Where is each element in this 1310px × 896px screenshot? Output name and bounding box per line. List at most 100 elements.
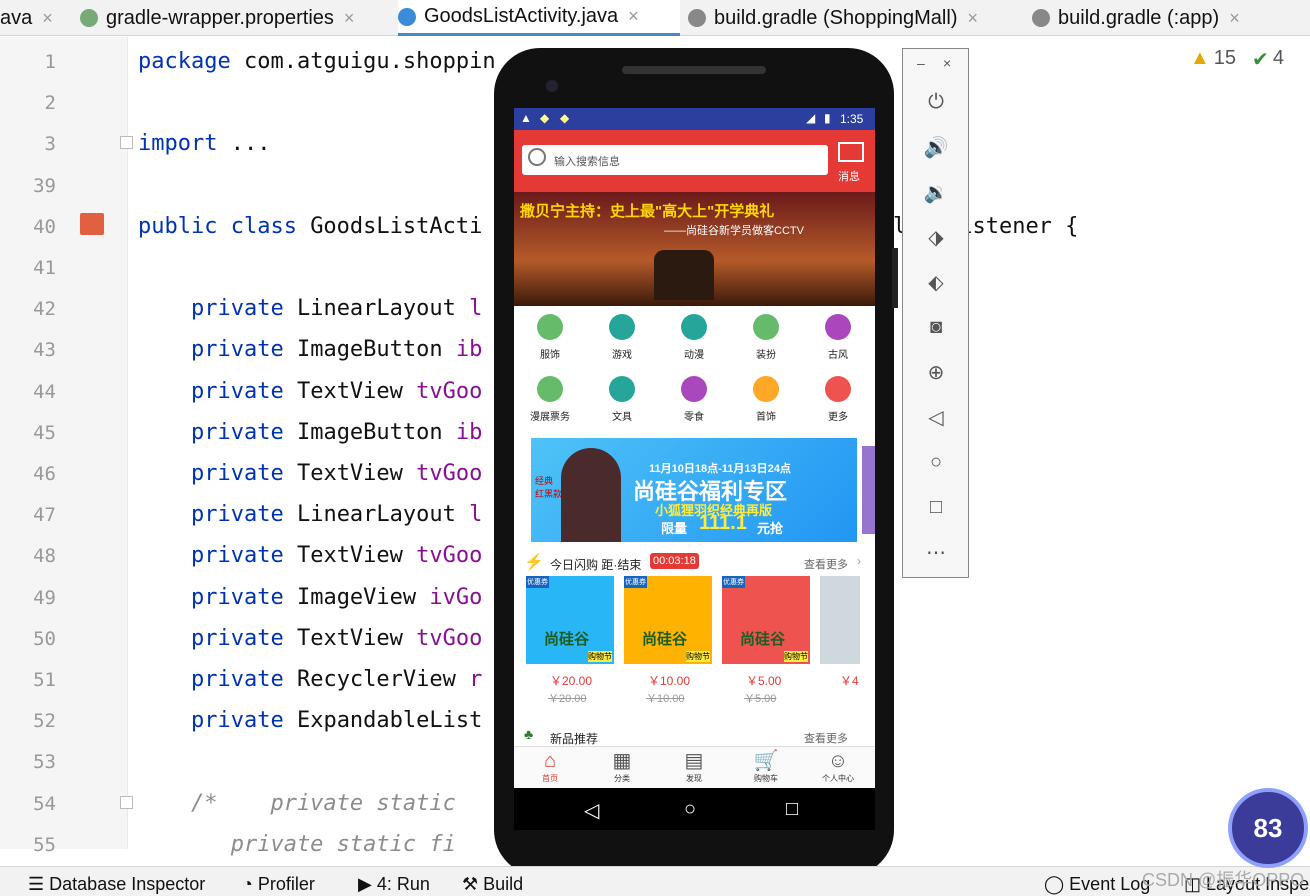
search-input[interactable]: 输入搜索信息 xyxy=(554,153,620,169)
home-icon[interactable]: ○ xyxy=(925,451,947,473)
message-label[interactable]: 消息 xyxy=(838,168,860,184)
category-item[interactable]: 文具 xyxy=(586,376,658,432)
category-item[interactable]: 古风 xyxy=(802,314,874,370)
close-tab-icon[interactable]: × xyxy=(42,8,53,29)
bottom-nav-item[interactable]: ☺ 个人中心 xyxy=(802,749,874,788)
line-number: 46 xyxy=(33,463,56,485)
tab-3[interactable]: build.gradle (ShoppingMall) × xyxy=(688,0,1028,36)
category-item[interactable]: 装扮 xyxy=(730,314,802,370)
fold-marker-icon[interactable] xyxy=(120,796,133,809)
zoom-icon[interactable]: ⊕ xyxy=(925,361,947,384)
close-tab-icon[interactable]: × xyxy=(344,8,355,29)
top-banner[interactable]: 撒贝宁主持：史上最"高大上"开学典礼 ——尚硅谷新学员做客CCTV xyxy=(514,192,875,306)
run-tab[interactable]: ▶ 4: Run xyxy=(358,874,430,895)
nav-item-label: 购物车 xyxy=(754,774,778,783)
code-line[interactable]: private TextView tvGoo xyxy=(138,626,482,651)
code-line[interactable]: private ExpandableList xyxy=(138,708,482,733)
event-log-tab[interactable]: ◯ Event Log xyxy=(1044,874,1150,895)
code-token: /* private static xyxy=(138,790,456,816)
nav-recents-icon[interactable]: □ xyxy=(786,798,798,821)
bottom-nav-item[interactable]: ▤ 发现 xyxy=(658,749,730,788)
nav-back-icon[interactable]: ◁ xyxy=(584,798,599,823)
volume-down-icon[interactable]: 🔉 xyxy=(924,181,949,204)
code-token: package xyxy=(138,49,244,74)
product-card[interactable]: 优惠券 尚硅谷 购物节 ￥20.00 ￥20.00 xyxy=(526,576,614,726)
new-title: 新品推荐 xyxy=(550,732,599,746)
search-box[interactable]: 输入搜索信息 xyxy=(522,145,828,175)
category-item[interactable]: 游戏 xyxy=(586,314,658,370)
category-item[interactable]: 更多 xyxy=(802,376,874,432)
warning-icon: ▲ xyxy=(1190,47,1210,69)
code-line[interactable]: private ImageButton ib xyxy=(138,337,482,362)
bottom-nav-item[interactable]: 🛒 购物车 xyxy=(730,749,802,788)
code-line[interactable]: package com.atguigu.shoppin xyxy=(138,49,496,74)
volume-up-icon[interactable]: 🔊 xyxy=(924,136,949,159)
tab-0[interactable]: ava × xyxy=(0,0,60,36)
category-item[interactable]: 漫展票务 xyxy=(514,376,586,432)
code-line[interactable]: private RecyclerView r xyxy=(138,667,482,692)
override-gutter-icon[interactable] xyxy=(80,213,104,235)
close-tab-icon[interactable]: × xyxy=(967,8,978,29)
database-inspector-tab[interactable]: ☰ Database Inspector xyxy=(28,874,205,895)
code-line[interactable]: private TextView tvGoo xyxy=(138,543,482,568)
bottom-nav-item[interactable]: ⌂ 首页 xyxy=(514,749,586,788)
code-token: import xyxy=(138,131,231,157)
code-line[interactable]: private TextView tvGoo xyxy=(138,461,482,486)
close-tab-icon[interactable]: × xyxy=(1229,8,1240,29)
code-line[interactable]: private ImageButton ib xyxy=(138,420,482,445)
line-number: 54 xyxy=(33,792,56,815)
code-token: ivGo xyxy=(429,584,483,610)
product-card[interactable]: 优惠券 尚硅谷 购物节 ￥10.00 ￥10.00 xyxy=(624,576,712,726)
product-card[interactable]: ￥4 xyxy=(820,576,875,726)
close-tab-icon[interactable]: × xyxy=(628,6,639,27)
new-more-link[interactable]: 查看更多 xyxy=(804,730,848,746)
promo-banner[interactable]: 经典 红黑款 11月10日18点-11月13日24点 尚硅谷福利专区 小狐狸羽织… xyxy=(531,438,857,542)
flash-more-link[interactable]: 查看更多 xyxy=(804,556,848,572)
fold-marker-icon[interactable] xyxy=(120,136,133,149)
nav-home-icon[interactable]: ○ xyxy=(684,798,696,821)
code-line[interactable]: import ... xyxy=(138,131,270,156)
code-line[interactable]: private ImageView ivGo xyxy=(138,585,482,610)
rotate-right-icon[interactable]: ⬖ xyxy=(925,271,947,294)
code-token: private xyxy=(138,625,297,651)
category-item[interactable]: 首饰 xyxy=(730,376,802,432)
minimize-icon[interactable]: – xyxy=(917,55,925,71)
build-tab[interactable]: ⚒ Build xyxy=(462,874,523,895)
bottom-nav-item[interactable]: ▦ 分类 xyxy=(586,749,658,788)
code-token: tvGoo xyxy=(416,543,483,569)
category-label: 文具 xyxy=(612,412,632,423)
code-line[interactable]: private LinearLayout l xyxy=(138,502,482,527)
floating-badge[interactable]: 83 xyxy=(1228,788,1308,868)
category-item[interactable]: 服饰 xyxy=(514,314,586,370)
line-number: 1 xyxy=(44,51,56,73)
code-line[interactable]: private TextView tvGoo xyxy=(138,379,482,404)
more-icon[interactable]: ⋯ xyxy=(925,541,947,564)
category-item[interactable]: 零食 xyxy=(658,376,730,432)
code-token: ImageView xyxy=(296,584,430,610)
code-line[interactable]: /* private static xyxy=(138,791,456,816)
rotate-left-icon[interactable]: ⬗ xyxy=(925,226,947,249)
mail-icon[interactable] xyxy=(838,142,864,162)
front-camera xyxy=(546,80,558,92)
code-line[interactable]: private static fi xyxy=(138,832,456,857)
close-icon[interactable]: × xyxy=(943,55,951,71)
inspection-widget[interactable]: ▲ 15 ✔ 4 xyxy=(1190,47,1284,72)
tab-label: ava xyxy=(0,6,33,29)
file-icon xyxy=(80,9,98,27)
camera-icon[interactable]: ◙ xyxy=(925,316,947,338)
category-icon xyxy=(825,314,851,340)
event-icon: ◯ xyxy=(1044,874,1065,894)
tab-2[interactable]: GoodsListActivity.java × xyxy=(398,0,680,36)
product-card[interactable]: 优惠券 尚硅谷 购物节 ￥5.00 ￥5.00 xyxy=(722,576,810,726)
product-price: ￥20.00 xyxy=(550,674,593,688)
tab-4[interactable]: build.gradle (:app) × xyxy=(1032,0,1310,36)
overview-icon[interactable]: □ xyxy=(925,496,947,518)
category-item[interactable]: 动漫 xyxy=(658,314,730,370)
editor-tab-bar: ava × gradle-wrapper.properties × GoodsListA… xyxy=(0,0,1310,36)
tab-1[interactable]: gradle-wrapper.properties × xyxy=(80,0,390,36)
profiler-tab[interactable]: ◔ Profiler xyxy=(242,874,315,895)
nav-item-icon: 🛒 xyxy=(753,750,779,772)
power-icon[interactable]: ⏻ xyxy=(925,91,947,113)
back-icon[interactable]: ◁ xyxy=(925,406,947,429)
code-line[interactable]: private LinearLayout l xyxy=(138,296,482,321)
